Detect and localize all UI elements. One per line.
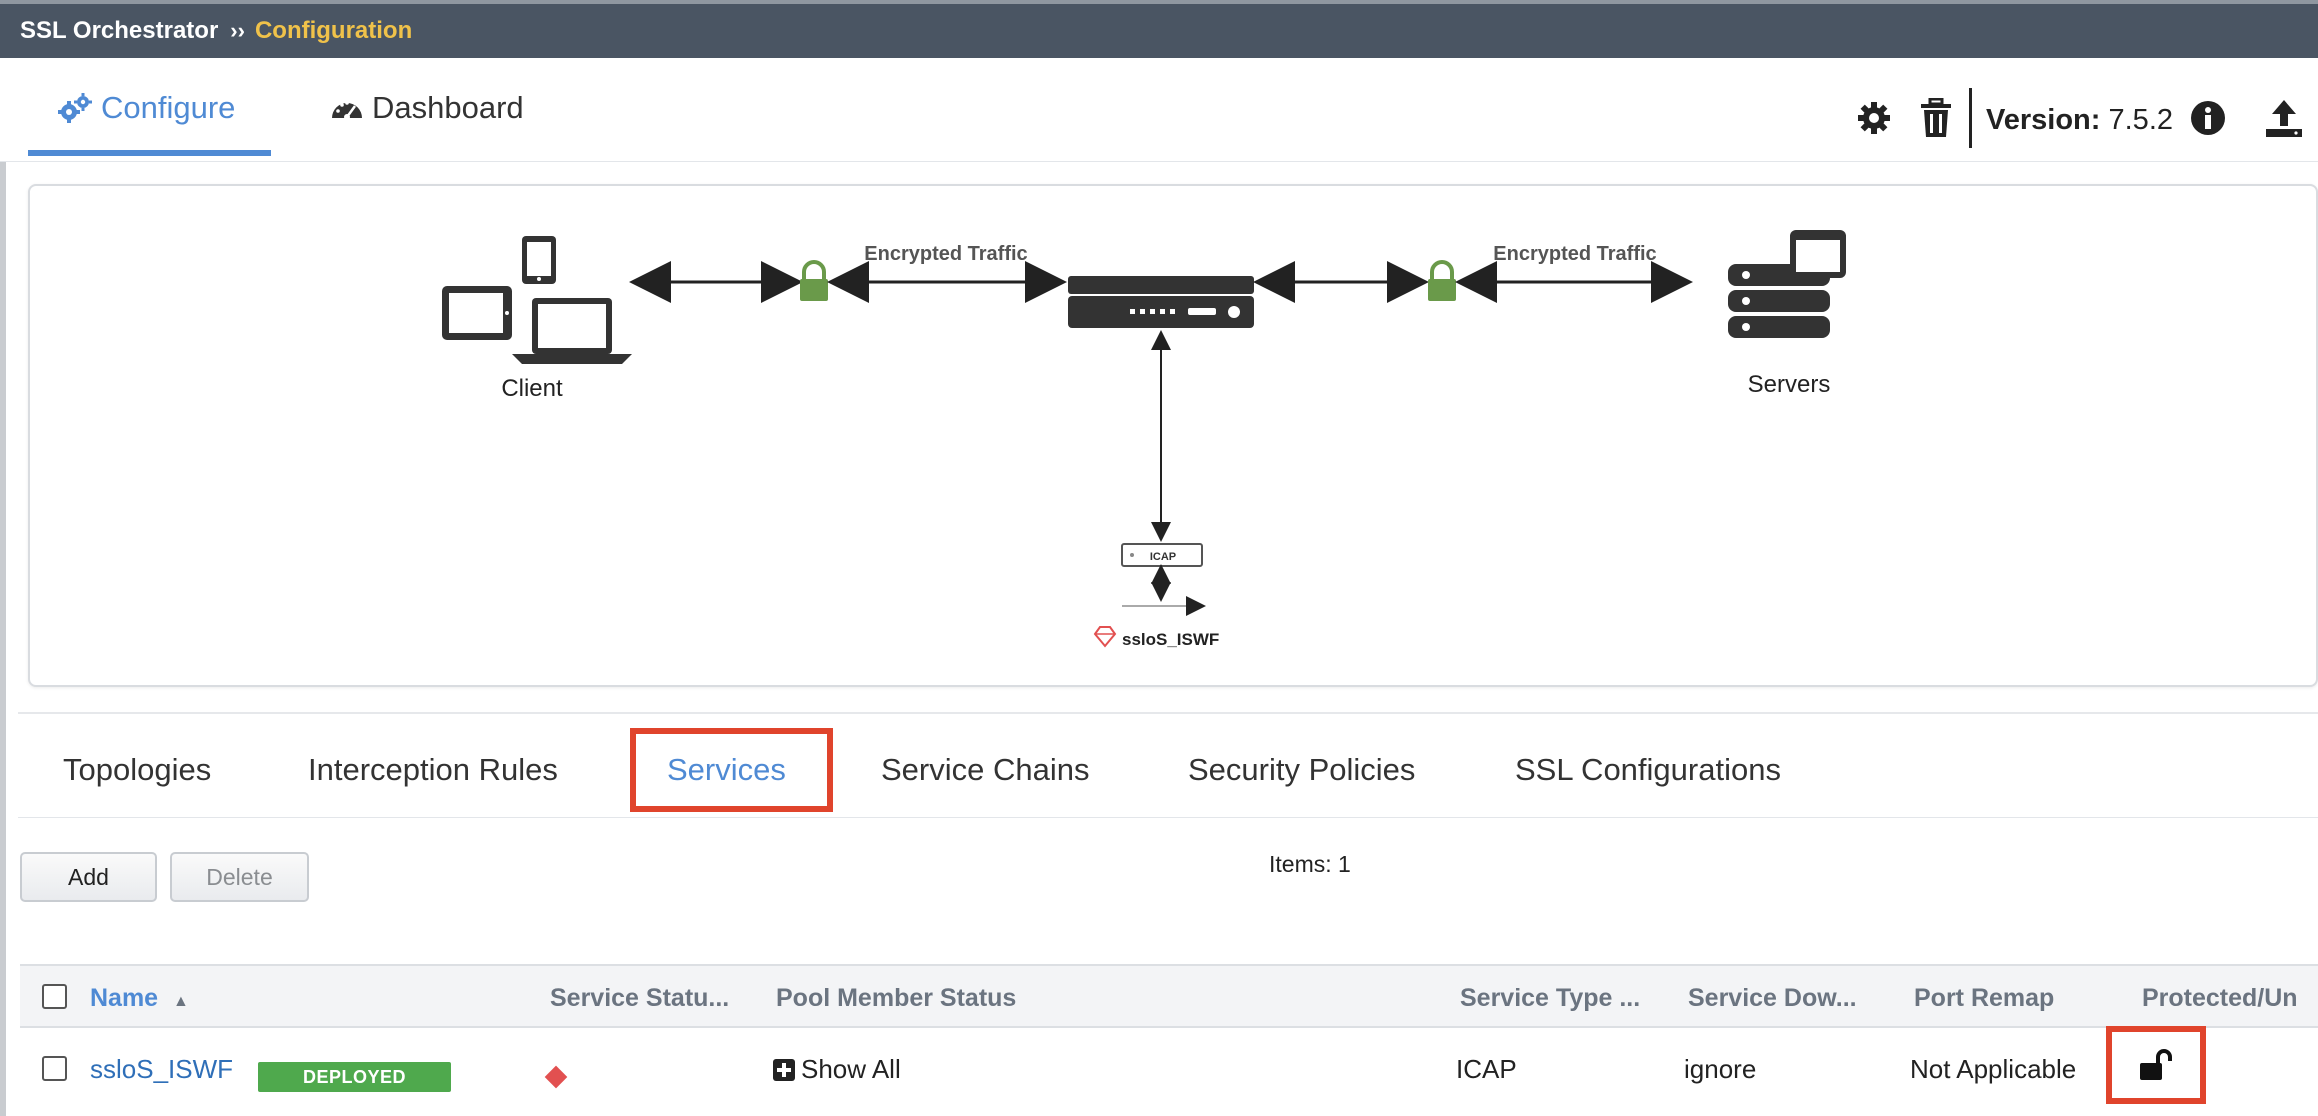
- tab-dashboard[interactable]: Dashboard: [330, 90, 524, 126]
- show-all-toggle[interactable]: Show All: [773, 1054, 901, 1085]
- breadcrumb-separator: ››: [230, 18, 245, 43]
- delete-button: Delete: [170, 852, 309, 902]
- servers-label: Servers: [1748, 371, 1831, 398]
- trash-icon[interactable]: [1920, 98, 1952, 138]
- show-all-label: Show All: [801, 1054, 901, 1084]
- plus-square-icon: [773, 1059, 795, 1081]
- services-panel: Topologies Interception Rules Services S…: [18, 712, 2318, 1116]
- service-down-value: ignore: [1684, 1054, 1757, 1084]
- info-icon[interactable]: [2190, 100, 2226, 136]
- select-all-checkbox[interactable]: [42, 984, 67, 1009]
- column-header-port-remap[interactable]: Port Remap: [1914, 984, 2054, 1013]
- service-type-value: ICAP: [1456, 1054, 1517, 1084]
- version-value: 7.5.2: [2108, 104, 2174, 136]
- appliance-icon: [1068, 276, 1254, 328]
- encrypted-traffic-label-left: Encrypted Traffic: [864, 243, 1027, 265]
- error-status-icon: [544, 1065, 568, 1089]
- port-remap-value: Not Applicable: [1910, 1054, 2077, 1084]
- items-count: Items: 1: [1269, 851, 1351, 877]
- column-header-name[interactable]: Name ▲: [90, 984, 189, 1013]
- gears-icon: [58, 93, 92, 123]
- service-gem-icon: [1093, 626, 1117, 648]
- topology-diagram: Encrypted Traffic Encrypted Traffic Clie…: [442, 230, 1846, 649]
- toolbar-divider: [1969, 88, 1972, 148]
- service-name-link[interactable]: ssloS_ISWF: [90, 1054, 233, 1085]
- row-checkbox[interactable]: [42, 1056, 67, 1081]
- servers-icon: [1728, 230, 1846, 338]
- upload-icon[interactable]: [2264, 98, 2304, 138]
- title-bar: SSL Orchestrator ›› Configuration: [0, 0, 2318, 58]
- version-label: Version:: [1986, 104, 2101, 136]
- topology-diagram-panel: Encrypted Traffic Encrypted Traffic Clie…: [28, 184, 2318, 687]
- column-header-pool-member-status[interactable]: Pool Member Status: [776, 984, 1016, 1013]
- tab-configure[interactable]: Configure: [57, 90, 235, 126]
- lock-icon: [1428, 260, 1456, 301]
- client-label: Client: [501, 375, 563, 402]
- dashboard-icon: [332, 101, 362, 120]
- table-row: ssloS_ISWF DEPLOYED Show All ICAP ignore…: [20, 1026, 2318, 1104]
- version-info: Version: 7.5.2: [1986, 104, 2173, 137]
- sort-ascending-icon: ▲: [173, 993, 189, 1010]
- tab-ssl-configurations[interactable]: SSL Configurations: [1515, 752, 1781, 788]
- left-rail: [0, 58, 6, 1116]
- lock-icon: [800, 260, 828, 301]
- deployed-status-badge: DEPLOYED: [258, 1062, 451, 1092]
- icap-label: ICAP: [1150, 551, 1176, 563]
- table-header: Name ▲ Service Statu... Pool Member Stat…: [20, 964, 2318, 1028]
- active-tab-indicator: [28, 150, 271, 156]
- tab-topologies[interactable]: Topologies: [63, 752, 211, 788]
- gear-icon[interactable]: [1856, 100, 1892, 136]
- services-tab-highlight: [630, 728, 833, 812]
- tab-interception-rules[interactable]: Interception Rules: [308, 752, 558, 788]
- tab-configure-label: Configure: [101, 90, 236, 125]
- add-button[interactable]: Add: [20, 852, 157, 902]
- column-name-label: Name: [90, 984, 159, 1012]
- column-header-service-status[interactable]: Service Statu...: [550, 984, 729, 1013]
- tab-dashboard-label: Dashboard: [372, 90, 524, 125]
- client-devices-icon: [442, 236, 632, 364]
- app-name: SSL Orchestrator: [20, 17, 219, 44]
- column-header-protected[interactable]: Protected/Un: [2142, 984, 2298, 1013]
- column-header-service-down[interactable]: Service Dow...: [1688, 984, 1857, 1013]
- tab-security-policies[interactable]: Security Policies: [1188, 752, 1415, 788]
- tab-service-chains[interactable]: Service Chains: [881, 752, 1089, 788]
- service-node-label: ssloS_ISWF: [1122, 630, 1219, 649]
- column-header-service-type[interactable]: Service Type ...: [1460, 984, 1640, 1013]
- protected-status-highlight: [2106, 1026, 2206, 1104]
- breadcrumb-current: Configuration: [254, 17, 413, 44]
- encrypted-traffic-label-right: Encrypted Traffic: [1493, 243, 1656, 265]
- config-subtabs: Topologies Interception Rules Services S…: [18, 714, 2318, 818]
